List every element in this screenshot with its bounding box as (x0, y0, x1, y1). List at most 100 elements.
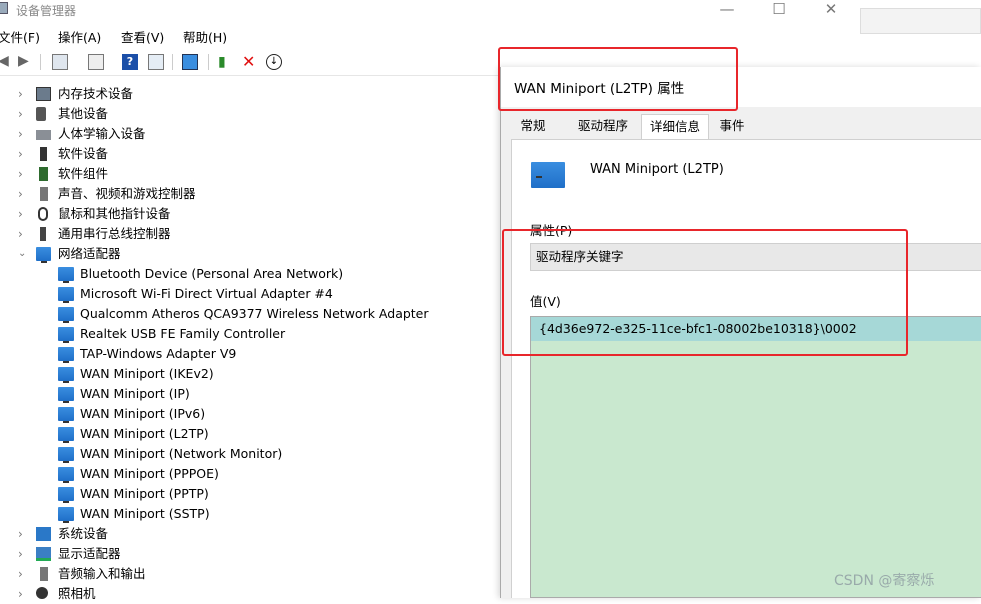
menu-view[interactable]: 查看(V) (121, 27, 164, 46)
network-device-item[interactable]: WAN Miniport (IPv6) (0, 404, 500, 424)
network-adapter-icon (531, 162, 565, 188)
chevron-right-icon: › (18, 227, 23, 241)
tree-item-system-devices[interactable]: › 系统设备 (0, 524, 500, 544)
properties-icon[interactable] (88, 54, 104, 70)
forward-arrow-icon[interactable]: ▶ (18, 54, 34, 70)
tree-item-usb[interactable]: › 通用串行总线控制器 (0, 224, 500, 244)
chevron-right-icon: › (18, 527, 23, 541)
tree-item-audio-io[interactable]: › 音频输入和输出 (0, 564, 500, 584)
network-device-item[interactable]: WAN Miniport (L2TP) (0, 424, 500, 444)
network-device-item[interactable]: Realtek USB FE Family Controller (0, 324, 500, 344)
close-button[interactable]: ✕ (808, 0, 854, 20)
speaker-icon (40, 187, 48, 201)
network-device-item[interactable]: WAN Miniport (Network Monitor) (0, 444, 500, 464)
usb-icon (40, 227, 46, 241)
network-device-item[interactable]: WAN Miniport (PPTP) (0, 484, 500, 504)
network-adapter-icon (58, 407, 74, 423)
network-device-item[interactable]: WAN Miniport (IKEv2) (0, 364, 500, 384)
uninstall-icon[interactable]: ✕ (242, 54, 258, 70)
tab-details[interactable]: 详细信息 (641, 114, 709, 140)
network-device-item[interactable]: WAN Miniport (IP) (0, 384, 500, 404)
network-device-item[interactable]: WAN Miniport (SSTP) (0, 504, 500, 524)
device-name: WAN Miniport (L2TP) (590, 162, 724, 177)
toolbar-separator (208, 54, 209, 70)
back-arrow-icon[interactable]: ◀ (0, 54, 14, 70)
network-adapter-icon (36, 247, 51, 263)
network-adapter-icon (58, 427, 74, 443)
chevron-right-icon: › (18, 207, 23, 221)
background-window-bar (860, 8, 981, 34)
memory-icon (36, 87, 51, 101)
toolbar-separator (40, 54, 41, 70)
tree-item-network-adapters[interactable]: ⌄ 网络适配器 (0, 244, 500, 264)
chevron-right-icon: › (18, 567, 23, 581)
software-component-icon (39, 167, 48, 181)
scan-hardware-icon[interactable] (182, 54, 198, 70)
speaker-icon (40, 567, 48, 581)
software-device-icon (40, 147, 47, 161)
network-device-item[interactable]: Qualcomm Atheros QCA9377 Wireless Networ… (0, 304, 500, 324)
watermark: CSDN @寄察烁 (834, 573, 935, 589)
mouse-icon (38, 207, 48, 221)
chevron-right-icon: › (18, 167, 23, 181)
tree-item-memory[interactable]: › 内存技术设备 (0, 84, 500, 104)
minimize-button[interactable]: — (704, 0, 750, 20)
menu-action[interactable]: 操作(A) (58, 27, 101, 46)
toolbar-separator (172, 54, 173, 70)
chevron-right-icon: › (18, 107, 23, 121)
annotation-box-value (502, 229, 908, 356)
network-adapter-icon (58, 387, 74, 403)
network-adapter-icon (58, 507, 74, 523)
system-devices-icon (36, 527, 51, 541)
tab-general[interactable]: 常规 (511, 114, 555, 140)
network-adapter-icon (58, 367, 74, 383)
menu-file[interactable]: 文件(F) (0, 27, 40, 46)
tab-driver[interactable]: 驱动程序 (565, 114, 641, 140)
network-adapter-icon (58, 307, 74, 323)
camera-icon (36, 587, 48, 599)
network-adapter-icon (58, 487, 74, 503)
tree-item-sound[interactable]: › 声音、视频和游戏控制器 (0, 184, 500, 204)
title-bar: 设备管理器 — ☐ ✕ (0, 0, 860, 22)
network-device-item[interactable]: WAN Miniport (PPPOE) (0, 464, 500, 484)
annotation-box-title (498, 47, 738, 111)
chevron-right-icon: › (18, 87, 23, 101)
update-driver-icon[interactable]: ▮ (218, 54, 234, 70)
tree-item-mouse[interactable]: › 鼠标和其他指针设备 (0, 204, 500, 224)
help-icon[interactable]: ? (122, 54, 138, 70)
device-manager-icon (0, 2, 8, 14)
tree-item-other[interactable]: › 其他设备 (0, 104, 500, 124)
keyboard-icon (36, 130, 51, 140)
network-adapter-icon (58, 347, 74, 363)
network-device-item[interactable]: TAP-Windows Adapter V9 (0, 344, 500, 364)
tree-item-software-components[interactable]: › 软件组件 (0, 164, 500, 184)
network-adapter-icon (58, 327, 74, 343)
tree-item-software-devices[interactable]: › 软件设备 (0, 144, 500, 164)
enable-device-icon[interactable]: ↓ (266, 54, 282, 70)
tree-item-display-adapters[interactable]: › 显示适配器 (0, 544, 500, 564)
menu-help[interactable]: 帮助(H) (183, 27, 227, 46)
show-hide-tree-icon[interactable] (52, 54, 68, 70)
chevron-right-icon: › (18, 187, 23, 201)
network-adapter-icon (58, 467, 74, 483)
other-devices-icon (36, 107, 46, 121)
chevron-down-icon: ⌄ (18, 248, 27, 259)
device-tree: › 内存技术设备 › 其他设备 › 人体学输入设备 › 软件设备 › 软件组件 … (0, 84, 500, 601)
chevron-right-icon: › (18, 547, 23, 561)
window-title: 设备管理器 (16, 4, 77, 18)
tree-item-hid[interactable]: › 人体学输入设备 (0, 124, 500, 144)
network-device-item[interactable]: Bluetooth Device (Personal Area Network) (0, 264, 500, 284)
network-adapter-icon (58, 267, 74, 283)
value-list[interactable]: {4d36e972-e325-11ce-bfc1-08002be10318}\0… (530, 316, 981, 598)
network-adapter-icon (58, 447, 74, 463)
display-adapter-icon (36, 547, 51, 561)
background-window (860, 0, 981, 5)
chevron-right-icon: › (18, 147, 23, 161)
view-icon[interactable] (148, 54, 164, 70)
tab-events[interactable]: 事件 (709, 114, 755, 140)
tree-item-cameras[interactable]: › 照相机 (0, 584, 500, 604)
network-device-item[interactable]: Microsoft Wi-Fi Direct Virtual Adapter #… (0, 284, 500, 304)
maximize-button[interactable]: ☐ (756, 0, 802, 20)
chevron-right-icon: › (18, 127, 23, 141)
menu-bar: 文件(F) 操作(A) 查看(V) 帮助(H) (0, 24, 860, 46)
